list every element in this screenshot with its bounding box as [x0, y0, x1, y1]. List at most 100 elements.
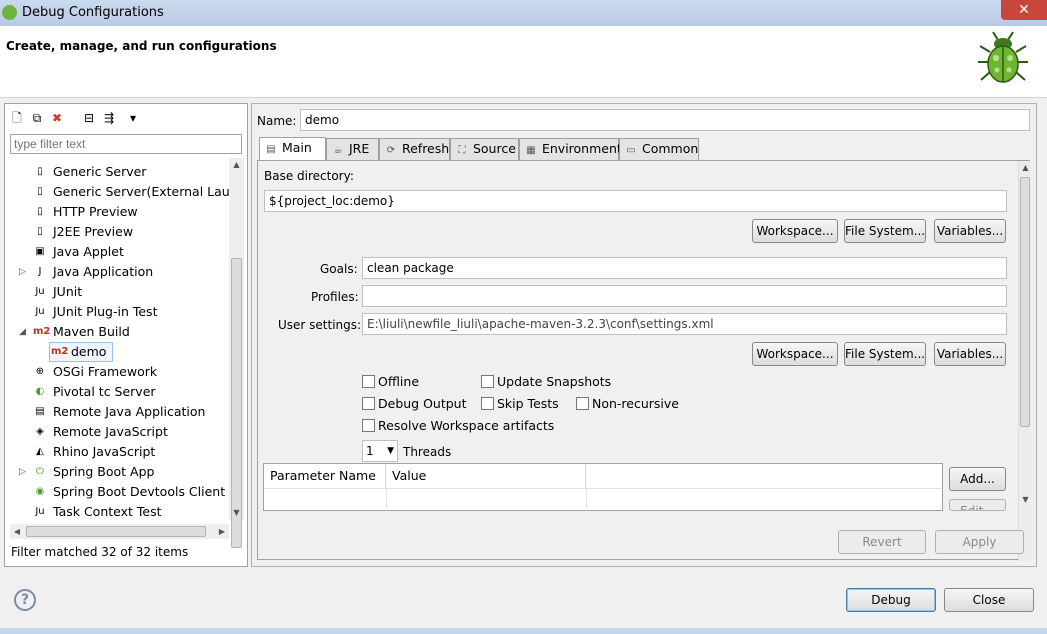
duplicate-icon[interactable]: ⧉	[29, 110, 45, 126]
offline-label: Offline	[378, 374, 420, 389]
debug-output-checkbox[interactable]: Debug Output	[362, 396, 467, 411]
tree-item[interactable]: ▯ J2EE Preview	[5, 222, 229, 242]
tree-item-label: JUnit	[53, 284, 83, 299]
update-snapshots-label: Update Snapshots	[497, 374, 612, 389]
tree-item[interactable]: ◈ Remote JavaScript	[5, 422, 229, 442]
profiles-input[interactable]	[362, 285, 1007, 307]
non-recursive-checkbox[interactable]: Non-recursive	[576, 396, 679, 411]
tab-label: Source	[469, 141, 516, 156]
tree-item[interactable]: ▤ Remote Java Application	[5, 402, 229, 422]
source-tab-icon: ⛶	[458, 145, 466, 156]
value-header[interactable]: Value	[386, 464, 586, 488]
tree-item[interactable]: ◭ Rhino JavaScript	[5, 442, 229, 462]
environment-tab-icon: ▦	[526, 145, 536, 156]
goals-label: Goals:	[320, 262, 358, 276]
tab-label: Refresh	[398, 141, 450, 156]
tree-item[interactable]: ▯ Generic Server(External Launc	[5, 182, 229, 202]
delete-icon[interactable]: ✖	[49, 110, 65, 126]
edit-parameter-button[interactable]: Edit...	[949, 499, 1006, 511]
tab-main[interactable]: ▤ Main	[259, 137, 326, 161]
tree-item[interactable]: m2 demo	[5, 342, 229, 362]
skip-tests-checkbox[interactable]: Skip Tests	[481, 396, 559, 411]
expand-icon[interactable]: ▷	[19, 262, 29, 282]
base-filesystem-button[interactable]: File System...	[844, 219, 926, 243]
tree-item[interactable]: ▷ J Java Application	[5, 262, 229, 282]
tab-jre[interactable]: ☕ JRE	[326, 138, 379, 160]
base-directory-input[interactable]: ${project_loc:demo}	[264, 190, 1007, 212]
collapse-icon[interactable]: ◢	[19, 322, 29, 342]
tree-item[interactable]: Ju Task Context Test	[5, 502, 229, 520]
offline-checkbox[interactable]: Offline	[362, 374, 419, 389]
task-context-icon: Ju	[35, 506, 45, 517]
view-menu-icon[interactable]: ▾	[125, 110, 141, 126]
base-workspace-button[interactable]: Workspace...	[752, 219, 838, 243]
debug-button[interactable]: Debug	[846, 588, 936, 612]
threads-select[interactable]: 1 ▼	[362, 440, 398, 462]
tree-item[interactable]: ▷ ⏻ Spring Boot App	[5, 462, 229, 482]
tab-environment[interactable]: ▦ Environment	[519, 138, 622, 160]
settings-filesystem-button[interactable]: File System...	[844, 342, 926, 366]
tree-item-label: HTTP Preview	[53, 204, 138, 219]
tree-item[interactable]: ◢ m2 Maven Build	[5, 322, 229, 342]
tree-horizontal-scrollbar[interactable]: ◀ ▶	[10, 524, 229, 539]
tree-item-label: Task Context Test	[53, 504, 162, 519]
add-parameter-button[interactable]: Add...	[949, 467, 1006, 491]
tree-item[interactable]: Ju JUnit Plug-in Test	[5, 302, 229, 322]
tree-item[interactable]: ▣ Java Applet	[5, 242, 229, 262]
new-config-icon[interactable]: 🗋	[9, 110, 25, 126]
tree-item[interactable]: ◐ Pivotal tc Server	[5, 382, 229, 402]
tree-item[interactable]: ▯ HTTP Preview	[5, 202, 229, 222]
maven-icon: m2	[33, 326, 51, 337]
tab-source[interactable]: ⛶ Source	[450, 138, 519, 160]
settings-variables-button[interactable]: Variables...	[934, 342, 1006, 366]
tree-item[interactable]: Ju JUnit	[5, 282, 229, 302]
expand-icon[interactable]: ▷	[19, 462, 29, 482]
name-label: Name:	[257, 114, 297, 128]
settings-workspace-button[interactable]: Workspace...	[752, 342, 838, 366]
tree-vertical-scrollbar[interactable]: ▲ ▼	[229, 158, 244, 548]
tab-label: JRE	[345, 141, 370, 156]
tab-refresh[interactable]: ⟳ Refresh	[379, 138, 450, 160]
tab-label: Environment	[538, 141, 622, 156]
user-settings-label: User settings:	[278, 318, 362, 332]
tc-server-icon: ◐	[35, 386, 45, 397]
threads-label: Threads	[403, 445, 452, 459]
tab-vertical-scrollbar[interactable]: ▲ ▼	[1018, 161, 1031, 561]
tree-item-label: Generic Server(External Launc	[53, 184, 229, 199]
close-button[interactable]: Close	[944, 588, 1034, 612]
main-tab-icon: ▤	[266, 144, 276, 155]
tree-item-label: Spring Boot Devtools Client	[53, 484, 226, 499]
window-title: Debug Configurations	[22, 5, 164, 20]
update-snapshots-checkbox[interactable]: Update Snapshots	[481, 374, 611, 389]
spring-devtools-icon: ◉	[35, 486, 45, 497]
tab-common[interactable]: ▭ Common	[619, 138, 699, 160]
apply-button[interactable]: Apply	[935, 530, 1024, 554]
remote-java-icon: ▤	[35, 406, 45, 417]
tree-item[interactable]: ◉ Spring Boot Devtools Client	[5, 482, 229, 502]
junit-icon: Ju	[35, 286, 45, 297]
base-variables-button[interactable]: Variables...	[934, 219, 1006, 243]
goals-input[interactable]: clean package	[362, 257, 1007, 279]
tree-item[interactable]: ⊕ OSGi Framework	[5, 362, 229, 382]
collapse-all-icon[interactable]: ⊟	[81, 110, 97, 126]
revert-button[interactable]: Revert	[838, 530, 926, 554]
main-tab-content: Base directory: ${project_loc:demo} Work…	[257, 160, 1031, 561]
base-directory-label: Base directory:	[264, 169, 354, 183]
server-icon: ▯	[37, 186, 43, 197]
tree-item-label: J2EE Preview	[53, 224, 134, 239]
spring-app-icon	[2, 5, 17, 20]
filter-input[interactable]	[10, 134, 242, 154]
user-settings-input[interactable]: E:\liuli\newfile_liuli\apache-maven-3.2.…	[362, 313, 1007, 335]
help-icon[interactable]: ?	[14, 589, 36, 611]
name-input[interactable]: demo	[300, 109, 1030, 131]
parameter-name-header[interactable]: Parameter Name	[264, 464, 386, 488]
tree-item[interactable]: ▯ Generic Server	[5, 162, 229, 182]
filter-icon[interactable]: ⇶	[101, 110, 117, 126]
jre-tab-icon: ☕	[333, 145, 343, 156]
window-close-button[interactable]: ✕	[1001, 0, 1047, 20]
tree-item-label: JUnit Plug-in Test	[53, 304, 158, 319]
resolve-workspace-checkbox[interactable]: Resolve Workspace artifacts	[362, 418, 554, 433]
tree-item-label: Spring Boot App	[53, 464, 155, 479]
title-bar: Debug Configurations ✕	[0, 0, 1047, 26]
dialog-header: Create, manage, and run configurations	[0, 26, 1047, 98]
